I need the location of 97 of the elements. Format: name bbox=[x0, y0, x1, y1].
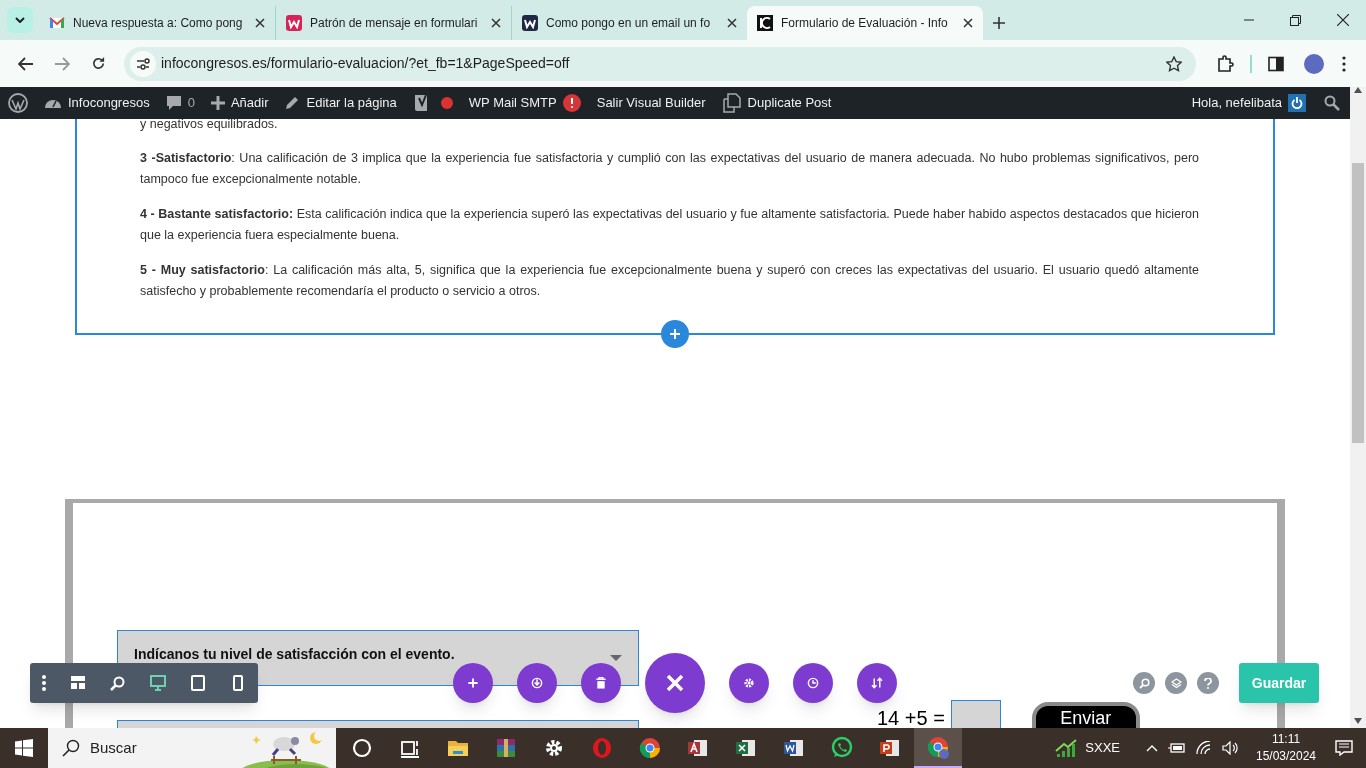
paragraph: 5 - Muy satisfactorio: La calificación más alta, 5, significa que la experiencia fue excepcionalmente buena y superó con creces las expectativas del usuario. El usuario quedó altamente satisfecho y probablemente recomendaría el producto o servicio a otros. bbox=[140, 262, 1199, 300]
close-icon[interactable] bbox=[727, 18, 737, 28]
opera-icon bbox=[590, 736, 614, 760]
admin-bar-label: 0 bbox=[187, 94, 195, 113]
admin-bar-label: Infocongresos bbox=[68, 94, 150, 113]
admin-bar-item[interactable]: Infocongresos bbox=[36, 87, 158, 119]
trend-chart-icon bbox=[1055, 739, 1078, 757]
star-icon[interactable] bbox=[1166, 55, 1182, 72]
circle-icon bbox=[350, 736, 374, 760]
phone-icon bbox=[230, 675, 246, 691]
scrollbar[interactable] bbox=[1350, 87, 1366, 728]
back-icon[interactable] bbox=[18, 56, 34, 71]
wifi-icon[interactable] bbox=[1196, 741, 1212, 755]
captcha-question: 14 +5 = bbox=[877, 707, 945, 728]
scrollbar-thumb[interactable] bbox=[1352, 163, 1364, 443]
admin-bar-item[interactable]: Añadir bbox=[202, 87, 277, 119]
new-tab-icon[interactable] bbox=[993, 17, 1005, 29]
close-icon[interactable] bbox=[255, 18, 265, 28]
search-icon bbox=[62, 739, 80, 757]
search-icon[interactable] bbox=[1324, 95, 1340, 111]
chevron-down-icon bbox=[15, 17, 25, 23]
plus-icon bbox=[467, 677, 479, 689]
settings-icon bbox=[743, 677, 755, 689]
clock-icon bbox=[807, 677, 819, 689]
chrome-icon bbox=[638, 736, 662, 760]
admin-bar-label: WP Mail SMTP bbox=[468, 94, 557, 113]
stock-widget[interactable]: SXXE bbox=[1049, 738, 1126, 758]
zoom-icon bbox=[110, 675, 126, 691]
forward-icon[interactable] bbox=[54, 56, 70, 71]
plus-icon bbox=[669, 328, 681, 340]
chevron-up-icon[interactable] bbox=[1146, 744, 1158, 752]
w-logo-icon bbox=[286, 15, 302, 31]
admin-bar-item[interactable]: Salir Visual Builder bbox=[588, 87, 714, 119]
site-settings-icon[interactable] bbox=[136, 57, 150, 70]
admin-bar-label: Duplicate Post bbox=[747, 94, 832, 113]
paragraph: y negativos equilibrados. bbox=[140, 119, 279, 133]
download-icon bbox=[531, 677, 543, 689]
admin-bar-item[interactable]: 0 bbox=[157, 87, 203, 119]
admin-bar-label: Salir Visual Builder bbox=[596, 94, 706, 113]
tab-title: Nueva respuesta a: Como pong bbox=[73, 15, 244, 32]
close-icon[interactable] bbox=[491, 18, 501, 28]
comment-icon bbox=[165, 95, 182, 111]
tablet-icon bbox=[190, 675, 206, 691]
paragraph: 4 - Bastante satisfactorio: Esta calificación indica que la experiencia superó las expectativas del usuario y fue altamente satisfactoria. Puede haber habido aspectos destacados que hicieron que la experiencia fuera especialmente buena. bbox=[140, 206, 1199, 244]
admin-bar-label: Añadir bbox=[230, 94, 269, 113]
more-options-icon[interactable] bbox=[42, 675, 46, 691]
tab-list-button[interactable] bbox=[7, 7, 33, 33]
scroll-down-icon[interactable] bbox=[1354, 718, 1362, 724]
sort-arrows-icon bbox=[871, 677, 883, 689]
site-logo-icon bbox=[757, 15, 773, 31]
more-menu-icon[interactable] bbox=[1342, 55, 1346, 72]
close-icon[interactable] bbox=[1336, 14, 1349, 26]
side-panel-icon[interactable] bbox=[1268, 55, 1284, 72]
wordpress-logo-icon[interactable] bbox=[8, 93, 28, 113]
whatsapp-icon bbox=[830, 736, 854, 760]
pencil-icon bbox=[284, 95, 301, 111]
close-icon bbox=[666, 674, 684, 692]
browser-tab[interactable]: Formulario de Evaluación - Info bbox=[747, 6, 983, 40]
w-logo-icon bbox=[522, 15, 538, 31]
admin-bar-item[interactable]: Editar la página bbox=[276, 87, 405, 119]
close-icon[interactable] bbox=[963, 18, 973, 28]
dropdown-arrow-icon[interactable] bbox=[610, 655, 622, 661]
submit-button[interactable]: Enviar bbox=[1031, 702, 1140, 728]
restore-icon[interactable] bbox=[1290, 14, 1301, 26]
search-icon bbox=[1138, 677, 1150, 689]
account-menu[interactable]: Hola, nefelibata bbox=[1183, 87, 1314, 119]
notifications-icon[interactable] bbox=[1335, 740, 1353, 756]
mail-icon bbox=[49, 15, 65, 31]
layers-icon bbox=[1170, 677, 1182, 689]
tab-title: Como pongo en un email un fo bbox=[546, 15, 712, 32]
windows-start-icon[interactable] bbox=[15, 739, 33, 757]
archive-icon bbox=[494, 736, 518, 760]
profile-avatar[interactable] bbox=[1304, 53, 1324, 74]
battery-icon[interactable] bbox=[1168, 743, 1186, 753]
greeting-text: Hola, nefelibata bbox=[1191, 94, 1282, 113]
admin-bar-label: Editar la página bbox=[306, 94, 397, 113]
layout-icon bbox=[70, 675, 86, 691]
tab-title: Patrón de mensaje en formulari bbox=[310, 15, 479, 32]
add-section-button[interactable] bbox=[661, 320, 689, 348]
volume-icon[interactable] bbox=[1222, 741, 1240, 755]
plus-icon bbox=[210, 96, 225, 110]
browser-tab[interactable]: Nueva respuesta a: Como pong bbox=[39, 6, 275, 40]
question-icon bbox=[1204, 677, 1212, 689]
paragraph: 3 -Satisfactorio: Una calificación de 3 implica que la experiencia fue satisfactoria y cumplió con las expectativas del usuario de manera adecuada. No hubo problemas significativos, pero tampoco fue excepcionalmente notable. bbox=[140, 150, 1199, 188]
puzzle-icon[interactable] bbox=[1216, 54, 1234, 73]
chrome-icon bbox=[926, 735, 950, 759]
copy-icon bbox=[721, 93, 742, 113]
url-text: infocongresos.es/formulario-evaluacion/?et_fb=1&PageSpeed=off bbox=[161, 54, 570, 73]
address-bar[interactable]: infocongresos.es/formulario-evaluacion/?et_fb=1&PageSpeed=off bbox=[124, 46, 1196, 81]
tab-title: Formulario de Evaluación - Info bbox=[781, 15, 949, 32]
reload-icon[interactable] bbox=[90, 56, 106, 71]
admin-bar-item[interactable]: WP Mail SMTP bbox=[460, 87, 589, 119]
admin-bar-item[interactable]: Duplicate Post bbox=[713, 87, 840, 119]
exclamation-icon bbox=[569, 98, 574, 108]
clock[interactable]: 11:11 15/03/2024 bbox=[1250, 731, 1322, 765]
trash-icon bbox=[595, 677, 607, 689]
desktop-icon bbox=[150, 675, 166, 691]
